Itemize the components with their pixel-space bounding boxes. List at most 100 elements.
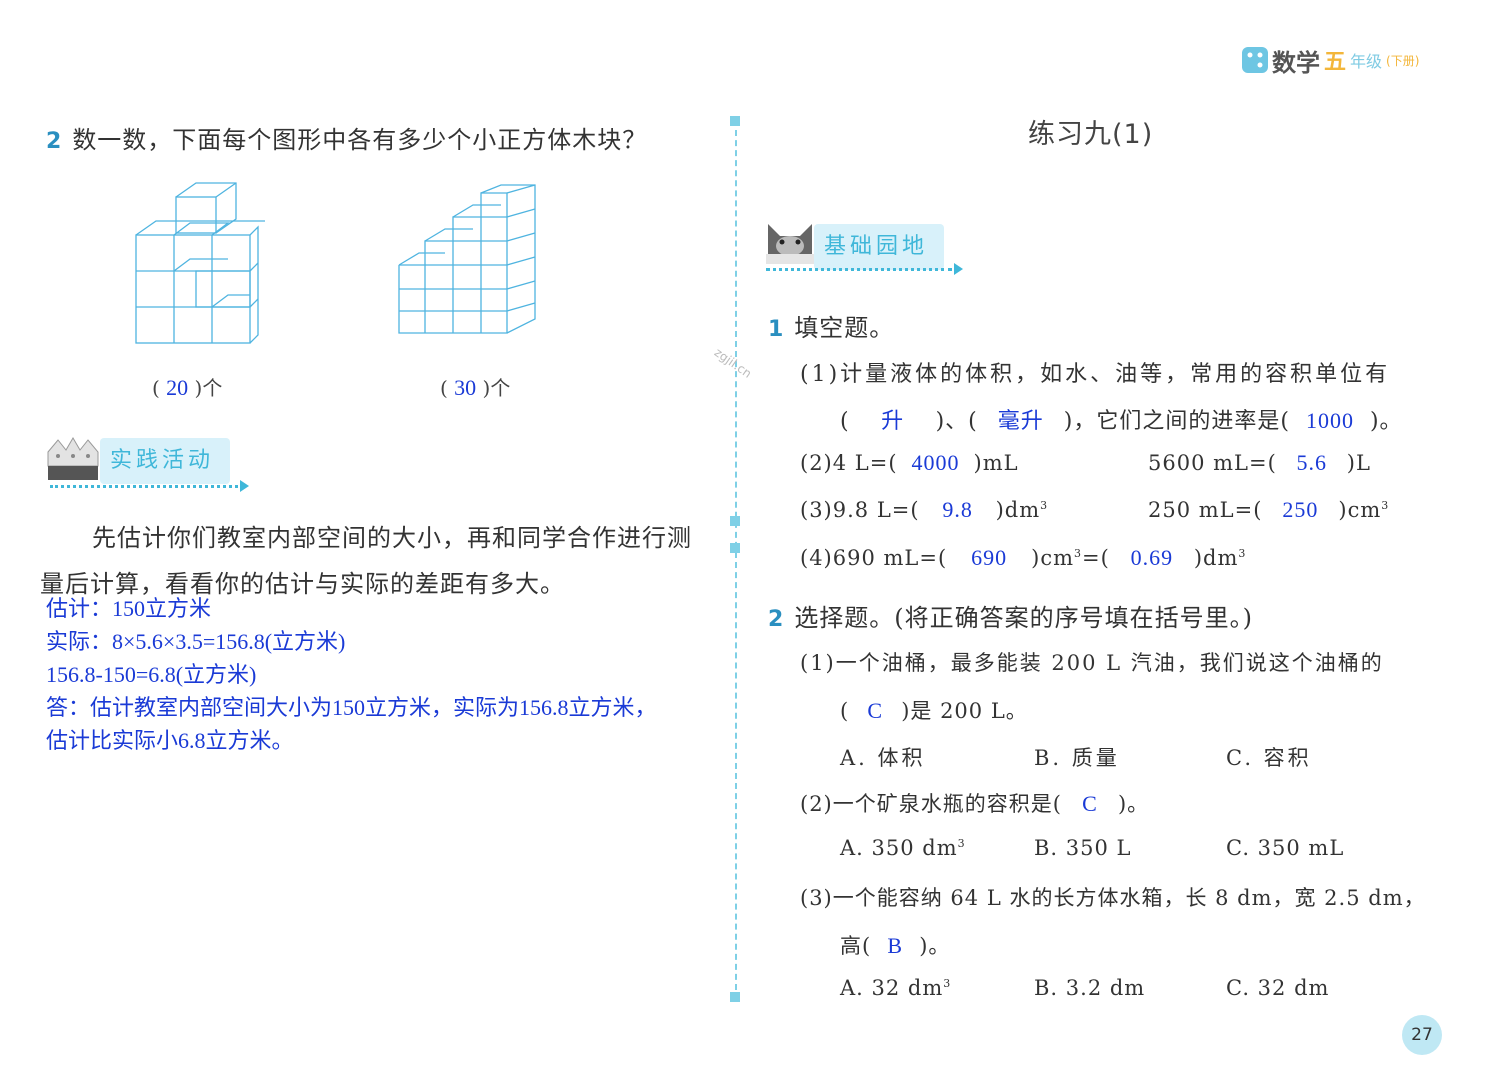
question-number: 2 <box>46 129 63 154</box>
answer-blank: 毫升 <box>997 408 1044 433</box>
q1-part-3-right: 250 mL=( 250 )cm3 <box>1148 497 1389 523</box>
text-fragment: )，它们之间的进率是( <box>1063 409 1290 434</box>
answer-blank: 690 <box>971 545 1008 570</box>
superscript: 3 <box>1238 547 1247 560</box>
cube-figure-2 <box>398 184 536 334</box>
question-text: 数一数，下面每个图形中各有多少个小正方体木块？ <box>72 126 648 154</box>
answer-line: 估计比实际小6.8立方米。 <box>46 728 294 753</box>
logo-grade: 五 <box>1324 49 1347 75</box>
text-fragment: )L <box>1346 451 1371 475</box>
logo-subject: 数学 <box>1272 48 1320 77</box>
text-fragment: )cm <box>1031 546 1075 570</box>
answer-blank: C <box>1082 791 1098 816</box>
answer-blank: 9.8 <box>942 497 973 522</box>
q1-part-3-left: (3)9.8 L=( 9.8 )dm3 <box>800 497 1048 523</box>
text-fragment: )、( <box>935 409 978 434</box>
answer-line: 156.8-150=6.8(立方米) <box>46 662 257 687</box>
center-divider <box>735 120 737 1000</box>
answer-blank: 4000 <box>911 450 960 475</box>
superscript: 3 <box>1381 499 1390 512</box>
q1-part-4: (4)690 mL=(690)cm3=(0.69)dm3 <box>800 545 1246 571</box>
unit-label: 个 <box>490 376 511 400</box>
section-banner-practice: 实践活动 <box>100 438 230 484</box>
answer-line: 估计：150立方米 <box>46 596 212 621</box>
question-2-left: 2 数一数，下面每个图形中各有多少个小正方体木块？ <box>46 120 647 155</box>
text-fragment: 250 mL=( <box>1148 498 1263 522</box>
q2-part-2-option-a: A. 350 dm3 <box>840 836 966 860</box>
option-text: A. 32 dm <box>840 976 944 1000</box>
answer-blank: C <box>867 698 884 723</box>
q1-part-2-left: (2)4 L=( 4000 )mL <box>800 450 1019 476</box>
superscript: 3 <box>1074 547 1083 560</box>
cube-figure-1 <box>135 182 265 344</box>
cat-mascot-icon <box>762 220 818 274</box>
divider-marker <box>730 543 740 553</box>
q2-part-1-line-1: (1)一个油桶，最多能装 200 L 汽油，我们说这个油桶的 <box>800 651 1384 675</box>
text-fragment: 高( <box>840 934 872 958</box>
divider-marker <box>730 116 740 126</box>
figure-2-answer: ( 30 )个 <box>440 375 511 400</box>
q2-part-1-line-2: ( C )是 200 L。 <box>840 695 1028 725</box>
answer-value: 30 <box>454 375 477 400</box>
text-fragment: )。 <box>919 934 951 958</box>
question-1-title: 1 填空题。 <box>768 308 894 343</box>
q2-part-2-option-b: B. 350 L <box>1034 836 1132 860</box>
text-fragment: )mL <box>973 451 1019 475</box>
dice-icon <box>1242 47 1268 73</box>
logo-volume: (下册) <box>1386 53 1420 68</box>
superscript: 3 <box>957 837 966 850</box>
text-fragment: )dm <box>995 498 1041 522</box>
q1-part-1-line-1: (1)计量液体的体积，如水、油等，常用的容积单位有 <box>800 362 1391 387</box>
q2-part-1-option-a: A. 体积 <box>840 746 926 770</box>
answer-blank: 5.6 <box>1296 450 1328 475</box>
question-text: 填空题。 <box>794 314 895 342</box>
banner-dotted-line <box>766 268 952 271</box>
watermark: zgjil.cn <box>711 345 755 381</box>
answer-blank: 0.69 <box>1130 545 1174 570</box>
text-fragment: )cm <box>1338 498 1382 522</box>
q2-part-1-option-b: B. 质量 <box>1034 746 1120 770</box>
q2-part-2-option-c: C. 350 mL <box>1226 836 1345 860</box>
superscript: 3 <box>943 977 952 990</box>
crown-mascot-icon <box>44 436 102 488</box>
arrow-icon <box>954 263 963 275</box>
answer-blank: 1000 <box>1305 408 1354 433</box>
divider-marker <box>730 992 740 1002</box>
practice-line-1: 先估计你们教室内部空间的大小，再和同学合作进行测 <box>92 524 692 552</box>
option-text: A. 350 dm <box>840 836 958 860</box>
header-logo: 数学 五 年级 (下册) <box>1242 44 1420 77</box>
text-fragment: )dm <box>1193 546 1239 570</box>
question-number: 2 <box>768 607 785 632</box>
q2-part-3-option-a: A. 32 dm3 <box>840 976 951 1000</box>
unit-label: 个 <box>202 376 223 400</box>
text-fragment: ( <box>840 699 850 723</box>
page-number: 27 <box>1402 1015 1442 1055</box>
q2-part-3-line-2: 高( B )。 <box>840 930 950 960</box>
q2-part-1-option-c: C. 容积 <box>1226 746 1312 770</box>
practice-answer: 估计：150立方米 实际：8×5.6×3.5=156.8(立方米) 156.8-… <box>46 592 657 757</box>
page-title: 练习九(1) <box>1028 119 1154 150</box>
arrow-icon <box>240 480 249 492</box>
text-fragment: 5600 mL=( <box>1148 451 1277 475</box>
q1-part-1-line-2: (升)、(毫升)，它们之间的进率是(1000)。 <box>840 403 1403 435</box>
question-number: 1 <box>768 317 785 342</box>
answer-line: 答：估计教室内部空间大小为150立方米，实际为156.8立方米， <box>46 695 657 720</box>
text-fragment: (4)690 mL=( <box>800 546 948 570</box>
answer-blank: B <box>887 933 904 958</box>
text-fragment: )是 200 L。 <box>901 699 1028 723</box>
text-fragment: (2)一个矿泉水瓶的容积是( <box>800 792 1062 816</box>
text-fragment: (3)9.8 L=( <box>800 498 920 522</box>
text-fragment: )。 <box>1117 792 1150 816</box>
text-fragment: )。 <box>1369 409 1403 434</box>
q2-part-3-option-c: C. 32 dm <box>1226 976 1330 1000</box>
q2-part-3-option-b: B. 3.2 dm <box>1034 976 1146 1000</box>
banner-dotted-line <box>50 485 238 488</box>
text-fragment: =( <box>1082 546 1110 570</box>
divider-marker <box>730 516 740 526</box>
question-2-right-title: 2 选择题。(将正确答案的序号填在括号里。) <box>768 598 1253 633</box>
text-fragment: (2)4 L=( <box>800 451 898 475</box>
superscript: 3 <box>1040 499 1049 512</box>
section-banner-basics: 基础园地 <box>814 224 944 270</box>
answer-blank: 250 <box>1282 497 1319 522</box>
figure-1-answer: ( 20 )个 <box>152 375 223 400</box>
